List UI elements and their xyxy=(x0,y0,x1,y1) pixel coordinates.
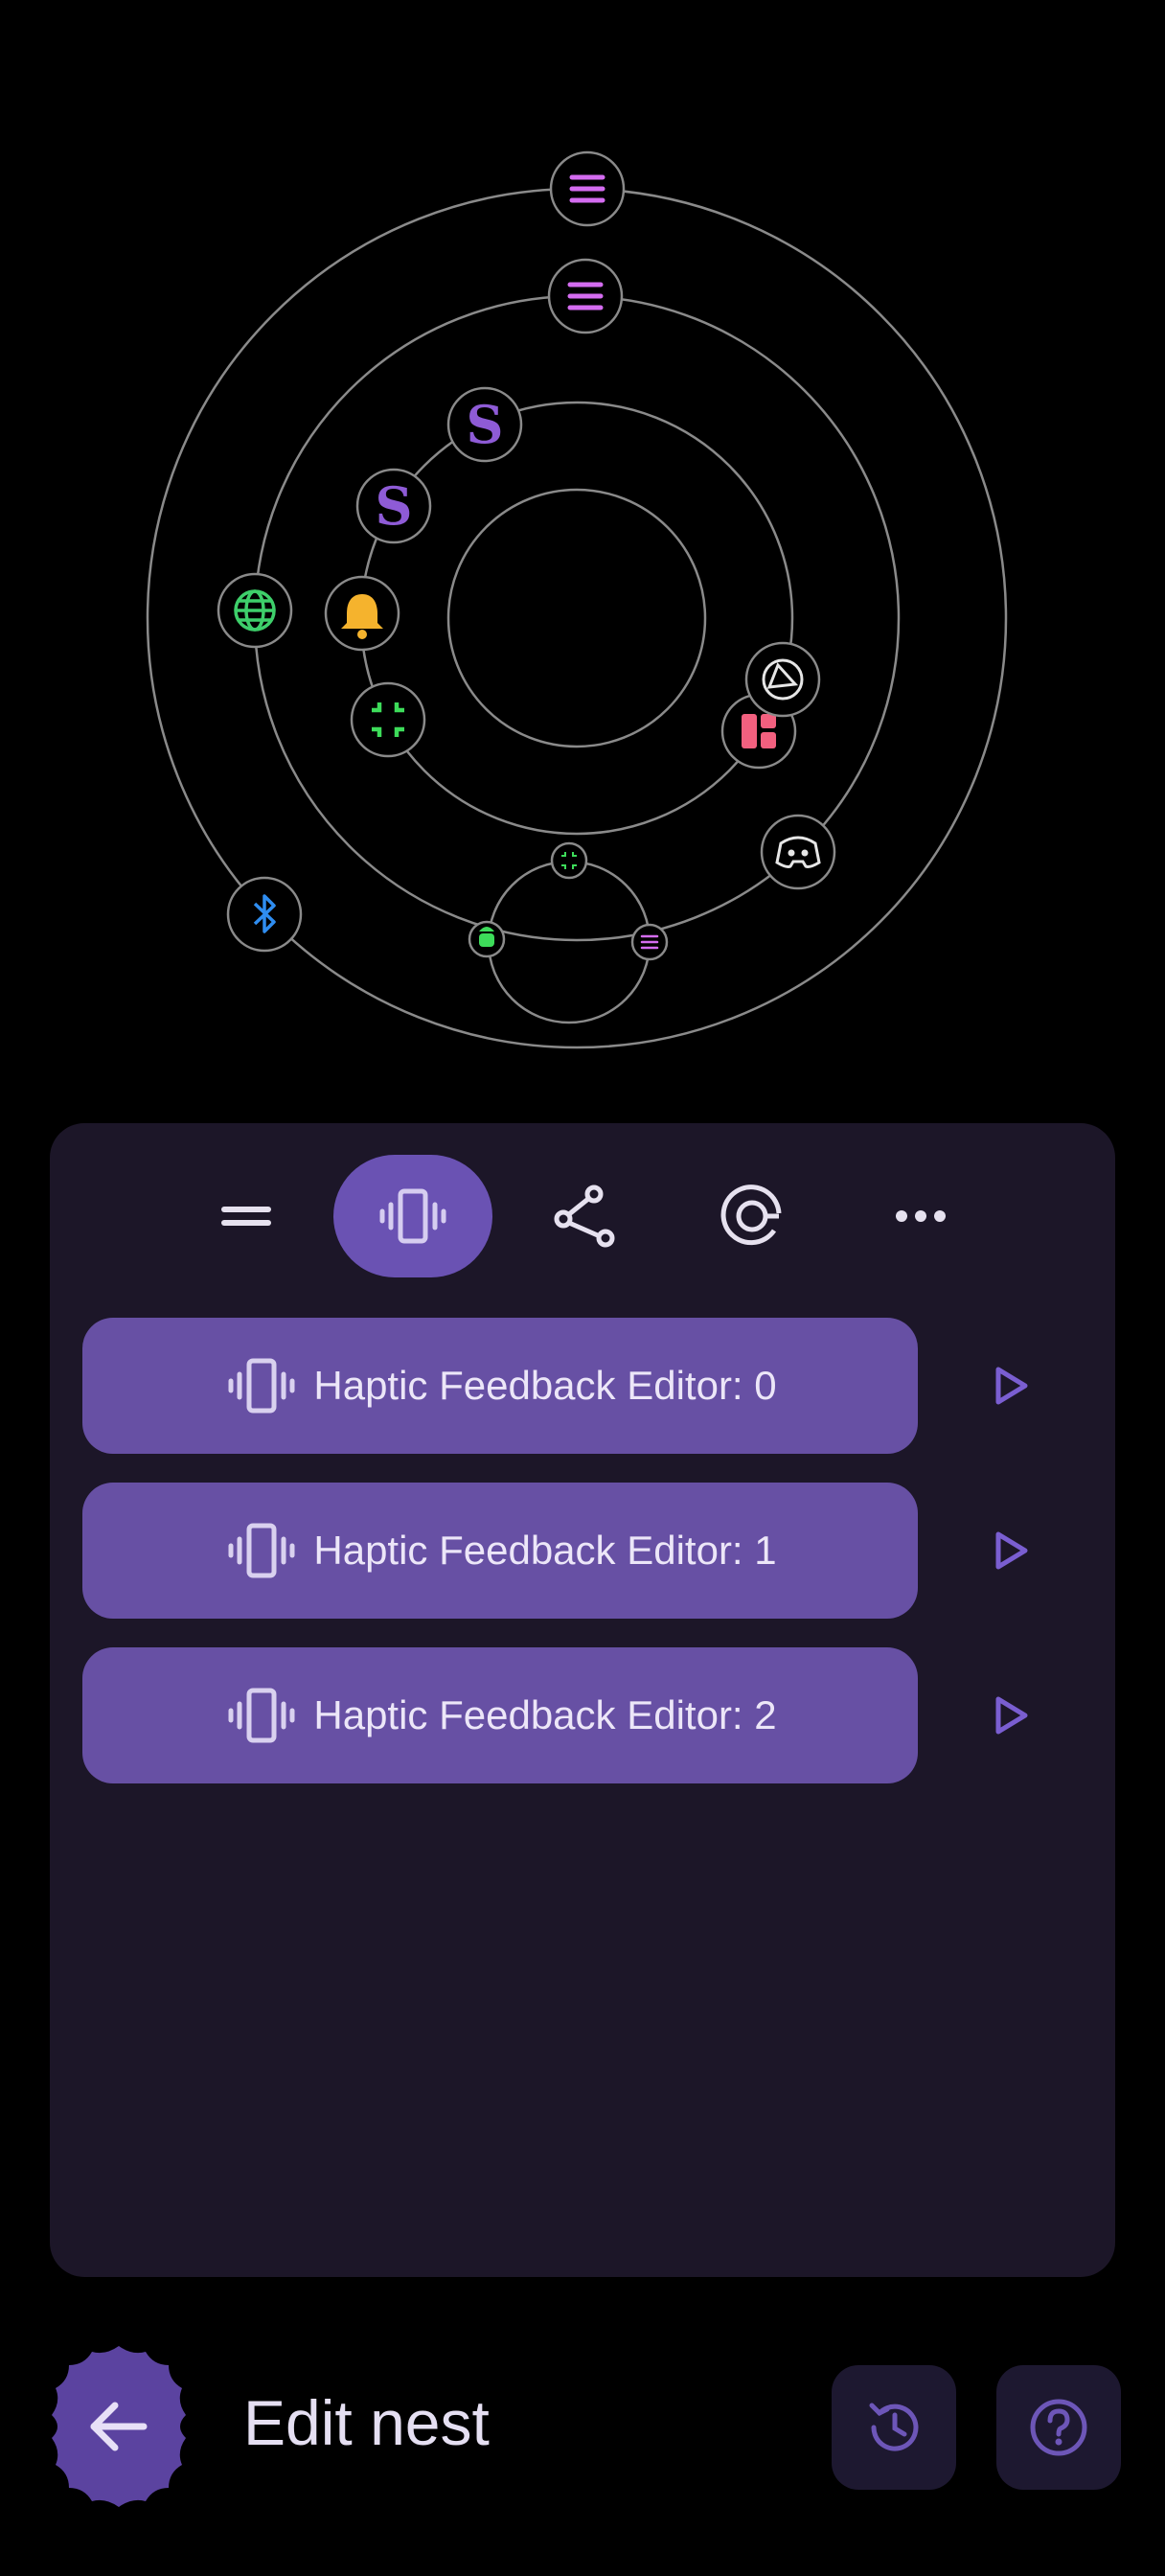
orbit-node-discord[interactable] xyxy=(760,814,836,890)
back-button[interactable] xyxy=(34,2342,203,2511)
vibrate-icon xyxy=(228,1688,295,1743)
dragon-icon: S xyxy=(376,475,413,537)
orbit-node-network[interactable] xyxy=(744,641,821,718)
play-icon xyxy=(995,1531,1028,1570)
help-icon xyxy=(1030,2399,1087,2456)
more-horizontal-icon xyxy=(896,1210,946,1222)
history-button[interactable] xyxy=(832,2365,956,2490)
orbit-ring-inner xyxy=(446,488,707,748)
play-button-0[interactable] xyxy=(977,1351,1046,1420)
orbit-node-menu-small[interactable] xyxy=(630,923,669,961)
tab-target[interactable] xyxy=(673,1155,832,1277)
play-button-2[interactable] xyxy=(977,1681,1046,1750)
orbit-node-android[interactable] xyxy=(468,920,506,958)
haptic-editor-label: Haptic Feedback Editor: 0 xyxy=(313,1363,777,1408)
orbit-node-bluetooth[interactable] xyxy=(226,876,303,953)
orbit-node-bell[interactable] xyxy=(324,575,400,652)
share-icon xyxy=(554,1184,615,1248)
target-icon xyxy=(720,1184,782,1246)
haptic-editor-row-2[interactable]: Haptic Feedback Editor: 2 xyxy=(82,1647,918,1783)
page-title: Edit nest xyxy=(243,2387,490,2458)
dragon-icon: S xyxy=(467,394,504,455)
tab-haptic[interactable] xyxy=(333,1155,492,1277)
tab-menu[interactable] xyxy=(167,1155,326,1277)
orbit-diagram: S S xyxy=(146,150,1008,1049)
play-icon xyxy=(995,1367,1028,1405)
haptic-editor-label: Haptic Feedback Editor: 1 xyxy=(313,1528,777,1573)
vibrate-icon xyxy=(228,1358,295,1414)
orbit-node-dragon-a[interactable]: S xyxy=(446,386,523,463)
tab-share[interactable] xyxy=(504,1155,663,1277)
vibrate-icon xyxy=(228,1523,295,1578)
equals-icon xyxy=(221,1207,271,1226)
play-icon xyxy=(995,1696,1028,1735)
play-button-1[interactable] xyxy=(977,1516,1046,1585)
vibrate-icon xyxy=(379,1188,446,1244)
help-button[interactable] xyxy=(996,2365,1121,2490)
orbit-node-menu-ring3[interactable] xyxy=(547,258,624,334)
haptic-editor-row-0[interactable]: Haptic Feedback Editor: 0 xyxy=(82,1318,918,1454)
android-icon xyxy=(479,927,494,947)
tab-more[interactable] xyxy=(841,1155,1000,1277)
orbit-node-fullscreen-small[interactable] xyxy=(550,841,588,880)
orbit-node-dragon-b[interactable]: S xyxy=(355,468,432,544)
orbit-node-fullscreen-exit[interactable] xyxy=(350,681,426,758)
haptic-editor-label: Haptic Feedback Editor: 2 xyxy=(313,1692,777,1737)
orbit-node-menu-outer[interactable] xyxy=(549,150,626,227)
haptic-editor-row-1[interactable]: Haptic Feedback Editor: 1 xyxy=(82,1483,918,1619)
history-icon xyxy=(869,2403,919,2451)
orbit-ring-2 xyxy=(359,401,794,836)
orbit-node-globe[interactable] xyxy=(217,572,293,649)
orbit-ring-small xyxy=(487,860,651,1024)
